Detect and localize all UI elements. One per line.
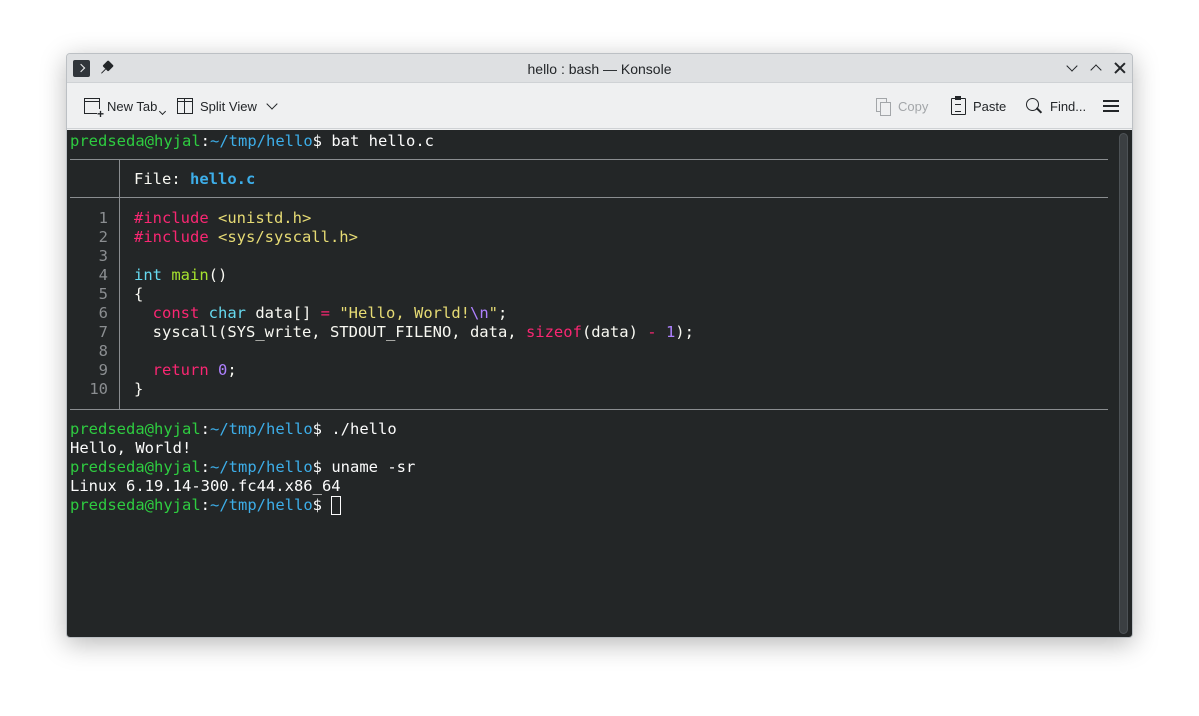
copy-button[interactable]: Copy — [875, 94, 928, 118]
line-number: 10 — [89, 380, 108, 398]
new-tab-label: New Tab — [107, 98, 158, 114]
line-number: 6 — [98, 304, 108, 322]
split-view-label: Split View — [200, 98, 257, 114]
line-number: 7 — [98, 323, 108, 341]
terminal-output: Linux 6.19.14-300.fc44.x86_64 — [70, 477, 341, 495]
chevron-down-icon — [1066, 60, 1078, 72]
toolbar: New Tab Split View Copy Paste Find... — [67, 83, 1132, 129]
close-button[interactable] — [1110, 58, 1130, 78]
terminal-view[interactable]: predseda@hyjal:~/tmp/hello$ bat hello.c … — [67, 130, 1132, 637]
window-title: hello : bash — Konsole — [527, 61, 672, 77]
copy-icon — [875, 98, 891, 116]
new-tab-button[interactable]: New Tab — [84, 94, 167, 119]
konsole-window: hello : bash — Konsole New Tab Split Vie… — [66, 53, 1133, 638]
code-line: } — [134, 380, 144, 398]
terminal-line: predseda@hyjal:~/tmp/hello$ ./hello — [70, 420, 397, 438]
terminal-line: predseda@hyjal:~/tmp/hello$ bat hello.c — [70, 132, 434, 150]
line-number: 3 — [98, 247, 108, 265]
find-label: Find... — [1050, 98, 1087, 114]
terminal-line: predseda@hyjal:~/tmp/hello$ uname -sr — [70, 458, 416, 476]
hamburger-menu-icon[interactable] — [1103, 100, 1119, 112]
divider — [70, 409, 1108, 410]
divider — [70, 197, 1108, 198]
code-line: { — [134, 285, 144, 303]
maximize-button[interactable] — [1086, 58, 1106, 78]
split-view-icon — [177, 98, 193, 114]
code-line: int main() — [134, 266, 228, 284]
title-bar[interactable]: hello : bash — Konsole — [67, 54, 1132, 83]
chevron-down-icon — [266, 98, 278, 110]
line-number: 4 — [98, 266, 108, 284]
paste-button[interactable]: Paste — [951, 94, 1006, 118]
minimize-button[interactable] — [1062, 58, 1082, 78]
line-number: 5 — [98, 285, 108, 303]
line-number: 8 — [98, 342, 108, 360]
file-header: File: hello.c — [134, 170, 256, 188]
split-view-button[interactable]: Split View — [177, 94, 278, 118]
code-line: syscall(SYS_write, STDOUT_FILENO, data, … — [134, 323, 694, 341]
paste-label: Paste — [973, 98, 1007, 114]
search-icon — [1026, 97, 1043, 115]
code-line: #include <unistd.h> — [134, 209, 312, 227]
code-line: #include <sys/syscall.h> — [134, 228, 358, 246]
line-number: 9 — [98, 361, 108, 379]
divider — [70, 159, 1108, 160]
copy-label: Copy — [898, 98, 929, 114]
new-tab-icon — [84, 98, 105, 119]
code-line: return 0; — [152, 361, 237, 379]
paste-icon — [951, 95, 966, 115]
find-button[interactable]: Find... — [1026, 94, 1086, 118]
text-cursor — [331, 496, 342, 515]
gutter-divider — [119, 159, 120, 197]
terminal-line: predseda@hyjal:~/tmp/hello$ — [70, 496, 342, 515]
gutter-divider — [119, 198, 120, 409]
chevron-up-icon — [1090, 64, 1102, 76]
terminal-output: Hello, World! — [70, 439, 192, 457]
line-number: 2 — [98, 228, 108, 246]
code-line: const char data[] = "Hello, World!\n"; — [152, 304, 508, 322]
line-number: 1 — [98, 209, 108, 227]
chevron-down-icon — [158, 107, 167, 116]
scrollbar[interactable] — [1119, 133, 1128, 634]
